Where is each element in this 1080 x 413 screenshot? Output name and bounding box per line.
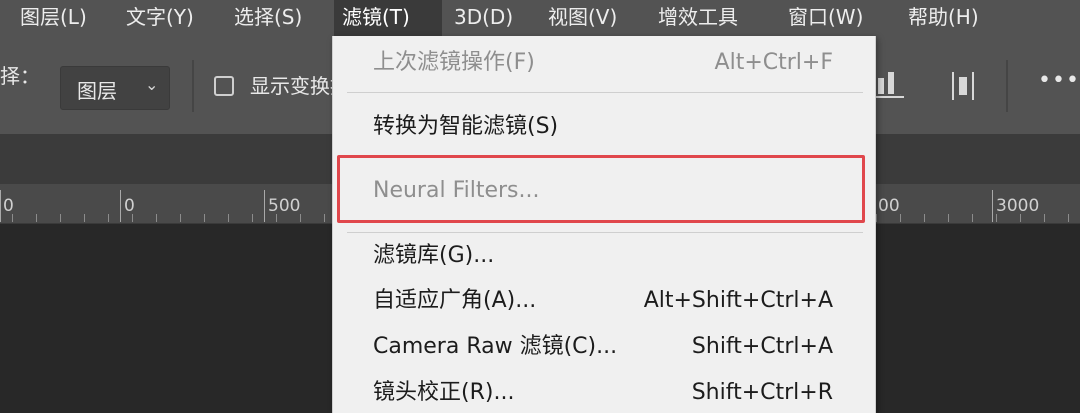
ruler-tick — [264, 190, 265, 222]
menu-filter[interactable]: 滤镜(T) — [334, 0, 442, 38]
ruler-minor-tick — [1068, 214, 1069, 222]
menu-type[interactable]: 文字(Y) — [118, 0, 202, 38]
ruler-minor-tick — [252, 214, 253, 222]
menu-item-adaptive-wide-angle[interactable]: 自适应广角(A)... — [373, 284, 536, 318]
ruler-tick — [120, 190, 121, 222]
ruler-minor-tick — [12, 214, 13, 222]
ruler-minor-tick — [900, 214, 901, 222]
menu-item-filter-gallery[interactable]: 滤镜库(G)... — [373, 239, 494, 273]
ruler-tick — [0, 190, 1, 222]
layer-dropdown-value: 图层 — [77, 79, 117, 103]
ruler-minor-tick — [324, 214, 325, 222]
menu-3d[interactable]: 3D(D) — [446, 0, 521, 38]
auto-select-label: 择： — [0, 64, 40, 88]
distribute-horizontal-icon[interactable] — [948, 68, 978, 104]
menu-item-last-filter: 上次滤镜操作(F) — [373, 50, 535, 75]
layer-dropdown[interactable]: 图层 ⌄ — [60, 66, 170, 110]
chevron-down-icon: ⌄ — [145, 75, 159, 94]
menu-item-lens-correction[interactable]: 镜头校正(R)... — [373, 376, 514, 410]
ruler-minor-tick — [132, 214, 133, 222]
ruler-label: 3000 — [996, 196, 1040, 216]
ruler-label: 00 — [878, 196, 900, 216]
highlight-box — [337, 155, 865, 223]
menu-layer[interactable]: 图层(L) — [12, 0, 95, 38]
ruler-label: 0 — [3, 196, 14, 216]
ruler-minor-tick — [924, 214, 925, 222]
ruler-minor-tick — [1020, 214, 1021, 222]
menu-item-camera-raw-shortcut: Shift+Ctrl+A — [691, 334, 833, 359]
ruler-minor-tick — [1044, 214, 1045, 222]
menu-plugins[interactable]: 增效工具 — [650, 0, 746, 38]
align-bottom-icon[interactable] — [872, 68, 906, 104]
menu-item-lens-correction-shortcut: Shift+Ctrl+R — [691, 380, 833, 405]
menu-separator — [347, 232, 863, 233]
ruler-tick — [992, 190, 993, 222]
show-transform-checkbox[interactable] — [214, 76, 234, 96]
ruler-minor-tick — [996, 214, 997, 222]
ruler-minor-tick — [972, 214, 973, 222]
ruler-minor-tick — [84, 214, 85, 222]
menu-item-adaptive-wide-angle-shortcut: Alt+Shift+Ctrl+A — [643, 288, 833, 313]
ruler-minor-tick — [204, 214, 205, 222]
ruler-minor-tick — [156, 214, 157, 222]
ruler-label: 500 — [268, 196, 301, 216]
ruler-minor-tick — [300, 214, 301, 222]
ruler-minor-tick — [108, 214, 109, 222]
ruler-minor-tick — [60, 214, 61, 222]
menu-item-camera-raw[interactable]: Camera Raw 滤镜(C)... — [373, 330, 617, 364]
ruler-label: 0 — [124, 196, 135, 216]
ruler-minor-tick — [948, 214, 949, 222]
ruler-minor-tick — [36, 214, 37, 222]
ruler-minor-tick — [876, 214, 877, 222]
more-options-icon[interactable]: ••• — [1038, 68, 1080, 93]
menu-item-convert-smart-filter[interactable]: 转换为智能滤镜(S) — [373, 110, 558, 144]
menu-window[interactable]: 窗口(W) — [780, 0, 871, 38]
menu-separator — [347, 92, 863, 93]
menu-select[interactable]: 选择(S) — [226, 0, 310, 38]
options-divider — [192, 60, 194, 112]
options-divider — [1006, 60, 1008, 112]
menu-item-last-filter-shortcut: Alt+Ctrl+F — [714, 50, 833, 75]
menu-view[interactable]: 视图(V) — [540, 0, 625, 38]
menu-help[interactable]: 帮助(H) — [900, 0, 987, 38]
ruler-minor-tick — [228, 214, 229, 222]
menu-bar: 图层(L) 文字(Y) 选择(S) 滤镜(T) 3D(D) 视图(V) 增效工具… — [0, 0, 1080, 38]
ruler-minor-tick — [180, 214, 181, 222]
filter-menu: 上次滤镜操作(F) Alt+Ctrl+F 转换为智能滤镜(S) Neural F… — [332, 36, 876, 413]
show-transform-label: 显示变换控件 — [250, 74, 332, 98]
ruler-minor-tick — [276, 214, 277, 222]
